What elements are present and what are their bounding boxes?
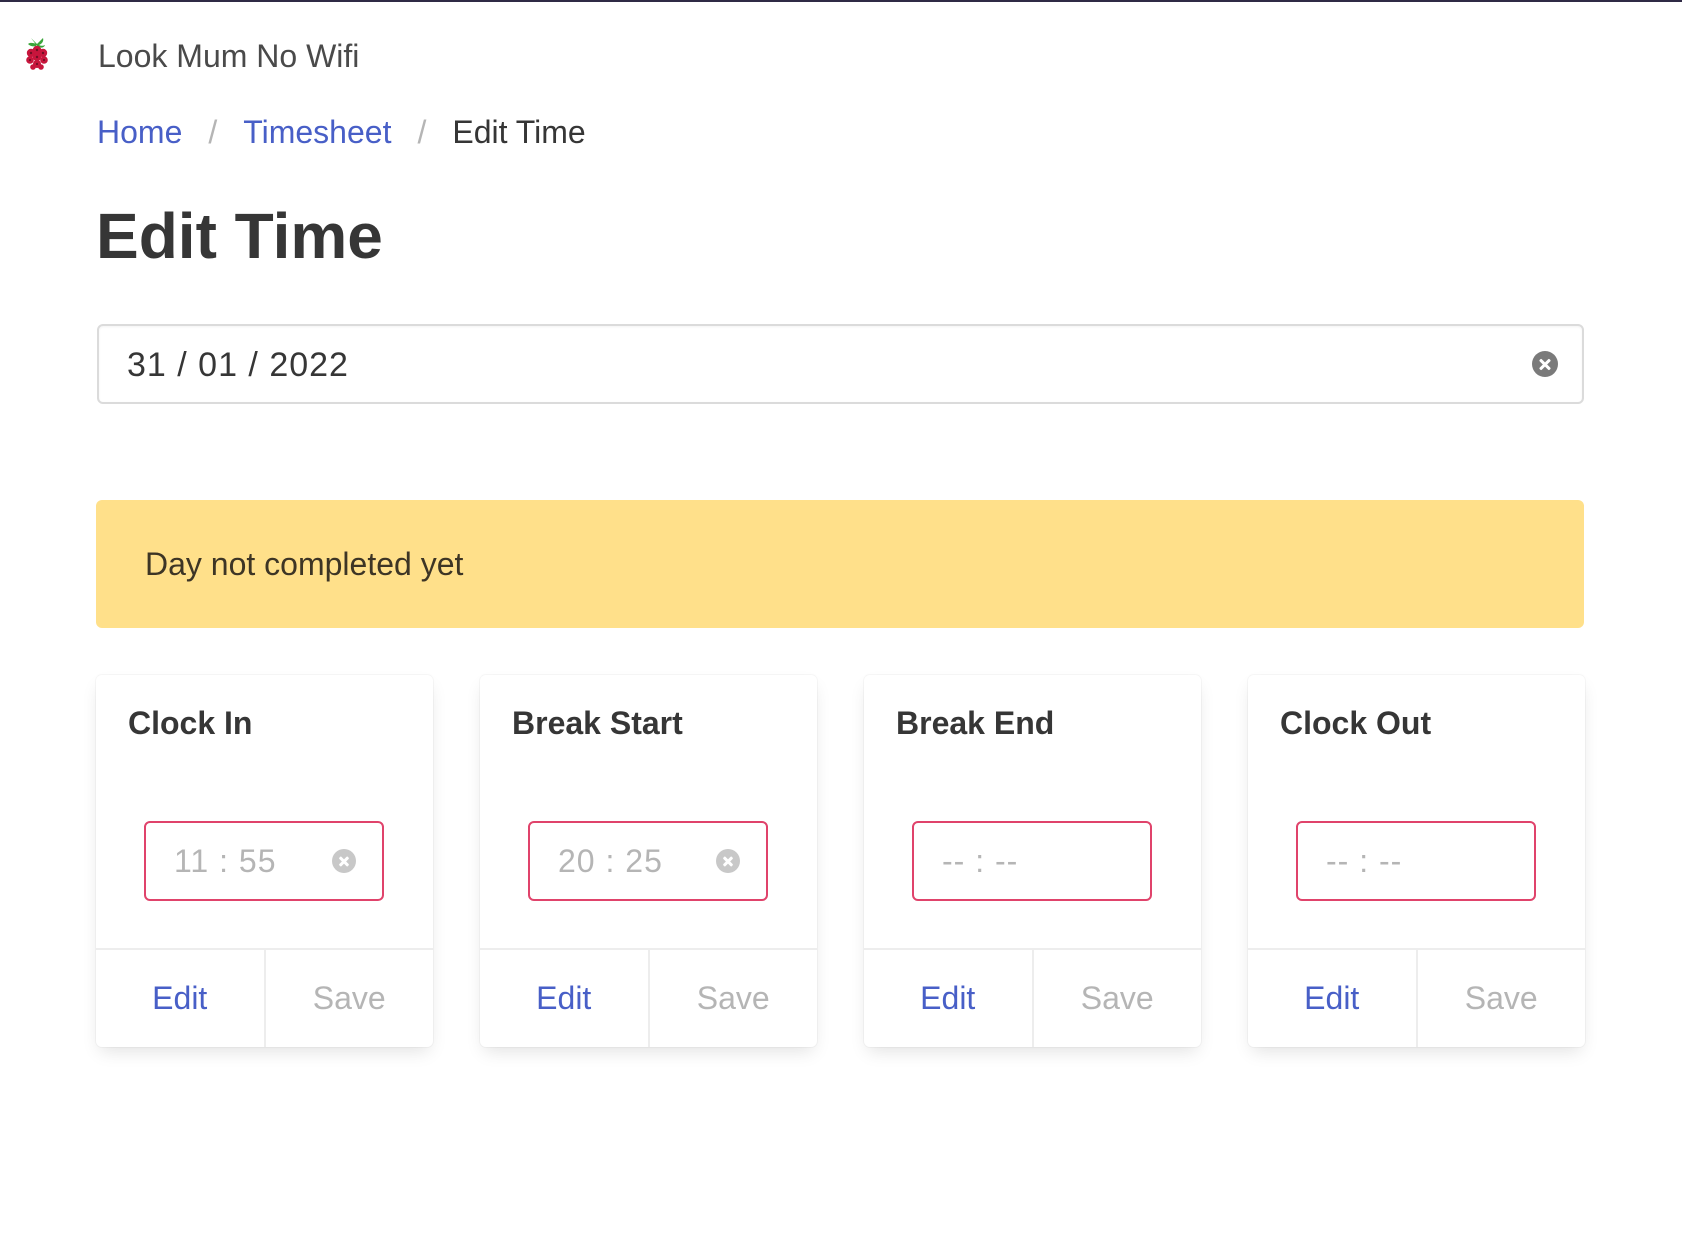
clear-time-icon[interactable]: [716, 849, 740, 873]
save-button-wrap: Save: [647, 950, 818, 1047]
edit-button-wrap: Edit: [1248, 950, 1416, 1047]
save-button[interactable]: Save: [697, 980, 770, 1017]
edit-button[interactable]: Edit: [1304, 980, 1359, 1017]
clock-out-card: Clock Out -- : -- Edit Save: [1248, 675, 1585, 1047]
save-button-wrap: Save: [263, 950, 434, 1047]
status-notification: Day not completed yet: [96, 500, 1584, 628]
app-title[interactable]: Look Mum No Wifi: [98, 38, 359, 75]
card-footer: Edit Save: [864, 948, 1201, 1047]
edit-button[interactable]: Edit: [152, 980, 207, 1017]
save-button-wrap: Save: [1415, 950, 1586, 1047]
break-start-time-input[interactable]: 20 : 25: [528, 821, 768, 901]
clock-in-time-input[interactable]: 11 : 55: [144, 821, 384, 901]
break-end-time-input[interactable]: -- : --: [912, 821, 1152, 901]
raspberry-logo-icon[interactable]: [22, 36, 52, 72]
time-placeholder[interactable]: -- : --: [1326, 843, 1402, 880]
breadcrumb-home[interactable]: Home: [97, 114, 182, 151]
edit-button[interactable]: Edit: [920, 980, 975, 1017]
time-value[interactable]: 20 : 25: [558, 843, 663, 880]
card-footer: Edit Save: [1248, 948, 1585, 1047]
card-footer: Edit Save: [96, 948, 433, 1047]
edit-button-wrap: Edit: [480, 950, 648, 1047]
break-start-card: Break Start 20 : 25 Edit Save: [480, 675, 817, 1047]
card-title: Break Start: [512, 705, 683, 741]
edit-button-wrap: Edit: [864, 950, 1032, 1047]
clear-date-icon[interactable]: [1532, 351, 1558, 377]
navbar: Look Mum No Wifi: [0, 2, 1682, 112]
notification-text: Day not completed yet: [145, 546, 464, 582]
date-value[interactable]: 31 / 01 / 2022: [127, 346, 349, 385]
card-title: Break End: [896, 705, 1055, 741]
breadcrumb-timesheet[interactable]: Timesheet: [243, 114, 391, 151]
edit-button-wrap: Edit: [96, 950, 264, 1047]
card-title: Clock Out: [1280, 705, 1432, 741]
page: Look Mum No Wifi Home / Timesheet / Edit…: [0, 0, 1682, 1256]
save-button[interactable]: Save: [313, 980, 386, 1017]
card-footer: Edit Save: [480, 948, 817, 1047]
breadcrumb: Home / Timesheet / Edit Time: [97, 114, 586, 151]
date-input[interactable]: 31 / 01 / 2022: [97, 324, 1584, 404]
break-end-card: Break End -- : -- Edit Save: [864, 675, 1201, 1047]
card-title: Clock In: [128, 705, 253, 741]
time-value[interactable]: 11 : 55: [174, 843, 276, 880]
breadcrumb-separator: /: [417, 114, 427, 150]
edit-button[interactable]: Edit: [536, 980, 591, 1017]
time-placeholder[interactable]: -- : --: [942, 843, 1018, 880]
clear-time-icon[interactable]: [332, 849, 356, 873]
save-button-wrap: Save: [1031, 950, 1202, 1047]
breadcrumb-current: Edit Time: [452, 114, 586, 150]
clock-in-card: Clock In 11 : 55 Edit Save: [96, 675, 433, 1047]
page-title: Edit Time: [96, 200, 383, 272]
save-button[interactable]: Save: [1465, 980, 1538, 1017]
breadcrumb-separator: /: [208, 114, 218, 150]
clock-out-time-input[interactable]: -- : --: [1296, 821, 1536, 901]
save-button[interactable]: Save: [1081, 980, 1154, 1017]
